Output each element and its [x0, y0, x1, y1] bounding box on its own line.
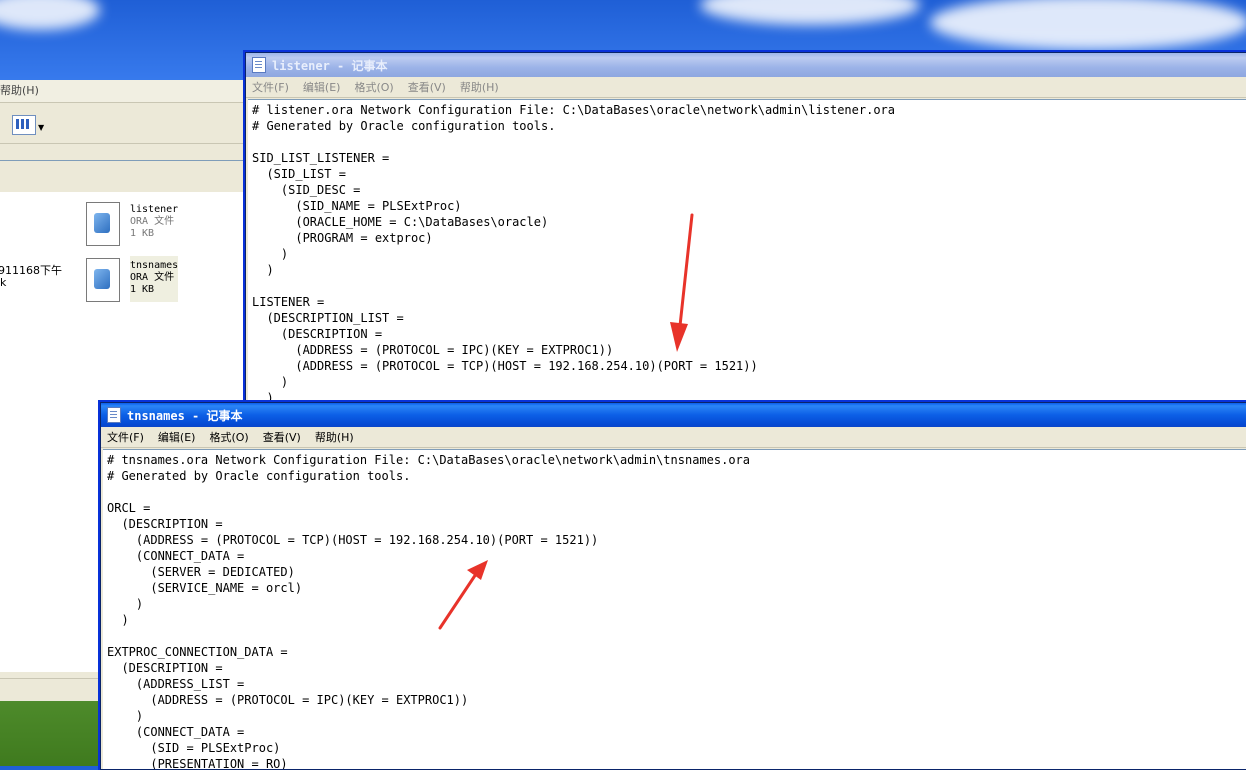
menu-view[interactable]: 查看(V)	[408, 79, 446, 95]
ora-file-icon	[84, 256, 122, 302]
notepad-icon	[107, 407, 121, 423]
explorer-menu-help[interactable]: 帮助(H)	[0, 84, 39, 97]
menubar: 文件(F) 编辑(E) 格式(O) 查看(V) 帮助(H)	[101, 427, 1246, 448]
explorer-menubar: 帮助(H)	[0, 80, 244, 103]
views-icon[interactable]	[12, 115, 36, 135]
notepad-icon	[252, 57, 266, 73]
file-item-tnsnames[interactable]: tnsnames ORA 文件 1 KB	[84, 256, 179, 302]
menu-help[interactable]: 帮助(H)	[315, 429, 354, 445]
window-titlebar[interactable]: listener - 记事本	[246, 53, 1246, 77]
window-titlebar[interactable]: tnsnames - 记事本	[101, 403, 1246, 427]
notepad-window-listener[interactable]: listener - 记事本 文件(F) 编辑(E) 格式(O) 查看(V) 帮…	[245, 52, 1246, 414]
text-editor[interactable]: # tnsnames.ora Network Configuration Fil…	[103, 449, 1246, 769]
desktop-cloud	[700, 0, 920, 25]
menu-file[interactable]: 文件(F)	[252, 79, 289, 95]
menu-file[interactable]: 文件(F)	[107, 429, 144, 445]
menu-format[interactable]: 格式(O)	[209, 429, 248, 445]
desktop-cloud	[0, 0, 100, 30]
file-name: listener	[130, 204, 179, 215]
file-size: 1 KB	[130, 284, 155, 295]
text-editor[interactable]: # listener.ora Network Configuration Fil…	[248, 99, 1246, 413]
file-size: 1 KB	[130, 228, 155, 239]
menubar: 文件(F) 编辑(E) 格式(O) 查看(V) 帮助(H)	[246, 77, 1246, 98]
explorer-address-bar	[0, 144, 244, 161]
window-title: tnsnames - 记事本	[127, 408, 243, 423]
truncated-item-text: k	[0, 276, 7, 289]
file-content: # listener.ora Network Configuration Fil…	[252, 103, 895, 405]
menu-view[interactable]: 查看(V)	[263, 429, 301, 445]
window-title: listener - 记事本	[272, 58, 388, 73]
explorer-toolbar: ▼	[0, 103, 244, 144]
file-item-listener[interactable]: listener ORA 文件 1 KB	[84, 200, 178, 246]
file-type: ORA 文件	[130, 272, 175, 283]
truncated-item-text: 911168下午	[0, 264, 62, 277]
ora-file-icon	[84, 200, 122, 246]
notepad-window-tnsnames[interactable]: tnsnames - 记事本 文件(F) 编辑(E) 格式(O) 查看(V) 帮…	[100, 402, 1246, 770]
menu-help[interactable]: 帮助(H)	[460, 79, 499, 95]
menu-format[interactable]: 格式(O)	[354, 79, 393, 95]
menu-edit[interactable]: 编辑(E)	[303, 79, 341, 95]
menu-edit[interactable]: 编辑(E)	[158, 429, 196, 445]
file-name: tnsnames	[130, 260, 179, 271]
views-dropdown-icon[interactable]: ▼	[38, 123, 44, 132]
file-content: # tnsnames.ora Network Configuration Fil…	[107, 453, 750, 769]
file-type: ORA 文件	[130, 216, 175, 227]
desktop-cloud	[930, 0, 1246, 50]
